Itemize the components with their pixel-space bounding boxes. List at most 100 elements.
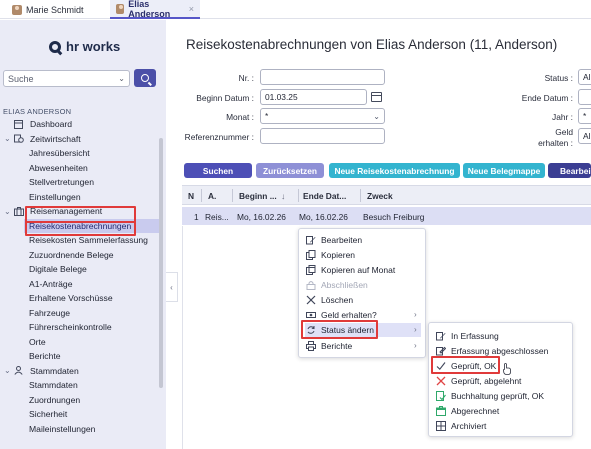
sidebar-item-a1-antraege[interactable]: A1-Anträge	[0, 277, 160, 292]
column-separator[interactable]	[201, 189, 202, 202]
logo[interactable]: hr works	[49, 39, 120, 54]
column-separator[interactable]	[232, 189, 233, 202]
sidebar-item-label: Stellvertretungen	[29, 177, 94, 188]
search-input[interactable]: Suche ⌄	[3, 70, 130, 87]
highlight-box-reisekostenabrechnungen	[25, 221, 136, 236]
copy-icon	[305, 250, 316, 260]
menu-item-bearbeiten[interactable]: Bearbeiten	[305, 233, 362, 247]
column-separator[interactable]	[298, 189, 299, 202]
sidebar-item-erhaltene-vorschuesse[interactable]: Erhaltene Vorschüsse	[0, 291, 160, 306]
edit-lock-icon	[435, 346, 446, 356]
menu-item-berichte[interactable]: Berichte	[305, 339, 352, 353]
column-header-ende[interactable]: Ende Dat...	[303, 191, 346, 201]
sidebar-item-label: Fahrzeuge	[29, 307, 71, 318]
nr-field[interactable]	[260, 69, 385, 85]
sidebar-item-jahresuebersicht[interactable]: Jahresübersicht	[0, 146, 160, 161]
chevron-down-icon[interactable]: ⌄	[118, 74, 125, 83]
sidebar-scrollbar[interactable]	[159, 138, 163, 388]
tab-marie-schmidt[interactable]: Marie Schmidt	[6, 0, 90, 19]
column-header-zweck[interactable]: Zweck	[367, 191, 393, 201]
menu-item-label: Löschen	[321, 295, 354, 305]
copy-month-icon	[305, 265, 316, 275]
monat-label: Monat :	[226, 112, 254, 122]
neue-reisekostenabrechnung-button[interactable]: Neue Reisekostenabrechnung	[329, 163, 460, 178]
submenu-item-label: In Erfassung	[451, 331, 499, 341]
sidebar-item-abwesenheiten[interactable]: Abwesenheiten	[0, 161, 160, 176]
sidebar-item-fahrzeuge[interactable]: Fahrzeuge	[0, 306, 160, 321]
neue-belegmappe-button[interactable]: Neue Belegmappe	[463, 163, 545, 178]
menu-item-loeschen[interactable]: Löschen	[305, 293, 353, 307]
sidebar-item-zeitwirtschaft[interactable]: ⌄ Zeitwirtschaft	[0, 132, 160, 147]
sidebar-item-label: Maileinstellungen	[29, 423, 96, 434]
sidebar-item-fuehrerscheinkontrolle[interactable]: Führerscheinkontrolle	[0, 320, 160, 335]
brand-name: hr works	[66, 39, 121, 54]
sidebar-item-berichte[interactable]: Berichte	[0, 349, 160, 364]
sidebar-item-stellvertretungen[interactable]: Stellvertretungen	[0, 175, 160, 190]
submenu-item-archiviert[interactable]: Archiviert	[435, 419, 486, 433]
sidebar-item-stammdaten[interactable]: Stammdaten	[0, 378, 160, 393]
monat-select[interactable]: * ⌄	[260, 108, 385, 124]
geld-erhalten-value: Al	[583, 131, 591, 141]
clock-icon	[14, 134, 26, 144]
close-icon[interactable]: ×	[189, 4, 194, 14]
search-button[interactable]	[134, 69, 156, 87]
submenu-item-in-erfassung[interactable]: In Erfassung	[435, 329, 499, 343]
submenu-item-geprueft-abgelehnt[interactable]: Geprüft, abgelehnt	[435, 374, 521, 388]
tab-elias-anderson[interactable]: Elias Anderson ×	[110, 0, 200, 19]
geld-erhalten-select[interactable]: Al	[578, 128, 591, 144]
sidebar-item-label: Stammdaten	[29, 380, 78, 391]
submenu-item-abgerechnet[interactable]: Abgerechnet	[435, 404, 499, 418]
sidebar-item-orte[interactable]: Orte	[0, 335, 160, 350]
sidebar-item-zuzuordnende-belege[interactable]: Zuzuordnende Belege	[0, 248, 160, 263]
sidebar-item-label: A1-Anträge	[29, 278, 73, 289]
sidebar-item-label: Einstellungen	[29, 191, 81, 202]
tab-bar: Marie Schmidt Elias Anderson ×	[0, 0, 591, 19]
column-header-beginn[interactable]: Beginn ...	[239, 191, 277, 201]
sidebar-item-maileinstellungen[interactable]: Maileinstellungen	[0, 422, 160, 437]
chevron-down-icon[interactable]: ⌄	[4, 366, 14, 375]
ende-datum-label: Ende Datum :	[521, 93, 573, 103]
column-header-n[interactable]: N	[188, 191, 194, 201]
cell-n: 1	[194, 212, 199, 222]
status-select[interactable]: Al	[578, 69, 591, 85]
submenu-item-label: Erfassung abgeschlossen	[451, 346, 549, 356]
sidebar-item-label: Berichte	[29, 351, 61, 362]
geld-label-line2: erhalten :	[538, 138, 573, 148]
referenznummer-field[interactable]	[260, 128, 385, 144]
cell-beginn: Mo, 16.02.26	[237, 212, 286, 222]
sidebar-item-label: Jahresübersicht	[29, 148, 90, 159]
collapse-sidebar-button[interactable]: ‹	[166, 272, 178, 302]
sidebar-item-label: Stammdaten	[30, 365, 79, 376]
menu-item-kopieren[interactable]: Kopieren	[305, 248, 355, 262]
beginn-datum-value: 01.03.25	[265, 92, 298, 102]
column-header-a[interactable]: A.	[208, 191, 216, 201]
chevron-down-icon[interactable]: ⌄	[4, 134, 14, 143]
search-icon	[141, 74, 149, 82]
ende-datum-field[interactable]	[578, 89, 591, 105]
chevron-down-icon[interactable]: ⌄	[4, 207, 14, 216]
menu-item-label: Kopieren auf Monat	[321, 265, 396, 275]
cell-zweck: Besuch Freiburg	[363, 212, 425, 222]
sort-arrow-icon: ↓	[281, 191, 286, 201]
beginn-datum-field[interactable]: 01.03.25	[260, 89, 367, 105]
suchen-button[interactable]: Suchen	[184, 163, 252, 178]
menu-item-kopieren-auf-monat[interactable]: Kopieren auf Monat	[305, 263, 395, 277]
submenu-item-label: Buchhaltung geprüft, OK	[451, 391, 545, 401]
sidebar-item-sicherheit[interactable]: Sicherheit	[0, 407, 160, 422]
sidebar-item-label: Orte	[29, 336, 46, 347]
sidebar-item-dashboard[interactable]: Dashboard	[0, 117, 160, 132]
zuruecksetzen-button[interactable]: Zurücksetzen	[256, 163, 324, 178]
sidebar-item-zuordnungen[interactable]: Zuordnungen	[0, 393, 160, 408]
sidebar-item-einstellungen[interactable]: Einstellungen	[0, 190, 160, 205]
sidebar-item-digitale-belege[interactable]: Digitale Belege	[0, 262, 160, 277]
calendar-icon[interactable]	[371, 92, 382, 102]
jahr-select[interactable]: *	[578, 108, 591, 124]
bearbeiten-button[interactable]: Bearbei	[548, 163, 591, 178]
nr-label: Nr. :	[238, 73, 254, 83]
table-row[interactable]: 1 Reis... Mo, 16.02.26 Mo, 16.02.26 Besu…	[182, 207, 591, 225]
jahr-label: Jahr :	[552, 112, 573, 122]
submenu-item-buchhaltung-geprueft[interactable]: Buchhaltung geprüft, OK	[435, 389, 544, 403]
sidebar-item-stammdaten-group[interactable]: ⌄ Stammdaten	[0, 364, 160, 379]
submenu-item-label: Geprüft, abgelehnt	[451, 376, 522, 386]
column-separator[interactable]	[360, 189, 361, 202]
